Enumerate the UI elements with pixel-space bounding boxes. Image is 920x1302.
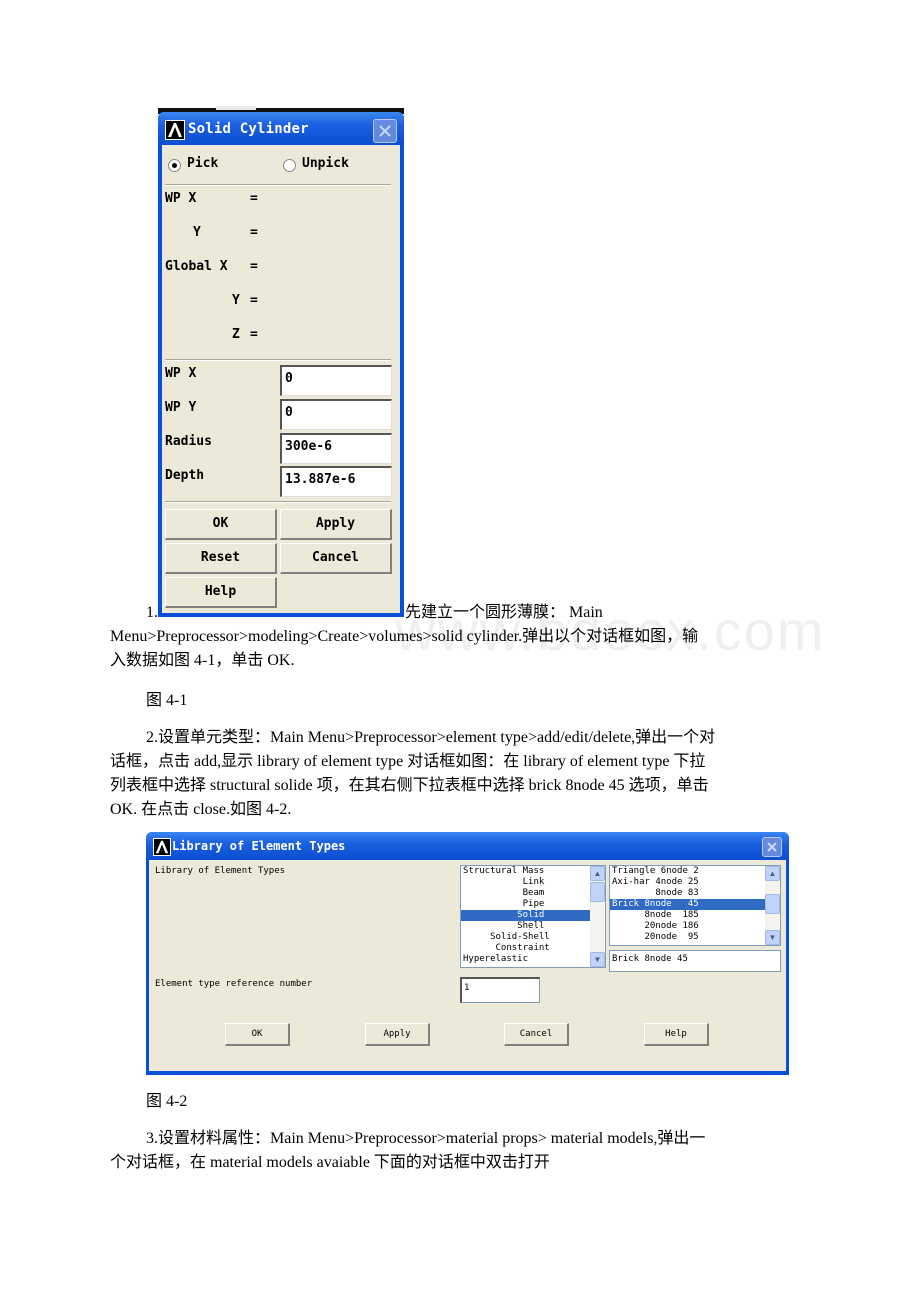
depth-label: Depth (165, 468, 205, 483)
ok-button[interactable]: OK (165, 509, 277, 540)
cancel-button[interactable]: Cancel (280, 543, 392, 574)
close-icon (767, 842, 777, 852)
wp-x-input[interactable]: 0 (280, 365, 392, 396)
radius-label: Radius (165, 434, 212, 449)
wp-y-input[interactable]: 0 (280, 399, 392, 430)
list-item[interactable]: Triangle 6node 2 (610, 866, 780, 877)
list-item[interactable]: Structural Mass (461, 866, 605, 877)
dialog-body: Pick Unpick WP X = Y = Global X = Y = Z … (162, 145, 400, 613)
dialog-body: Library of Element Types Structural Mass… (149, 860, 786, 1071)
reference-number-input[interactable]: 1 (460, 977, 540, 1003)
scroll-thumb[interactable] (765, 894, 780, 914)
paragraph-text: 列表框中选择 structural solide 项，在其右侧下拉表框中选择 b… (110, 777, 709, 794)
list-item[interactable]: Constraint (461, 943, 605, 954)
list-item[interactable]: Shell (461, 921, 605, 932)
list-item[interactable]: 8node 185 (610, 910, 780, 921)
reference-number-label: Element type reference number (155, 979, 313, 989)
help-button[interactable]: Help (165, 577, 277, 608)
apply-button[interactable]: Apply (280, 509, 392, 540)
figure-caption: 图 4-2 (146, 1093, 188, 1110)
paragraph-text: 话框，点击 add,显示 library of element type 对话框… (110, 753, 706, 770)
paragraph-text: 入数据如图 4-1，单击 OK. (110, 652, 295, 669)
separator (165, 359, 391, 361)
category-list[interactable]: Structural Mass Link Beam Pipe Solid She… (460, 865, 606, 968)
unpick-label: Unpick (302, 156, 349, 171)
cancel-button[interactable]: Cancel (504, 1023, 569, 1046)
readout-wp-x-label: WP X (165, 191, 197, 206)
scroll-up-icon[interactable]: ▲ (590, 866, 605, 881)
apply-button[interactable]: Apply (365, 1023, 430, 1046)
scroll-down-icon[interactable]: ▼ (590, 952, 605, 967)
dialog-title: Solid Cylinder (188, 121, 309, 137)
list-item[interactable]: Beam (461, 888, 605, 899)
scroll-up-icon[interactable]: ▲ (765, 866, 780, 881)
readout-global-z-label: Z (232, 327, 240, 342)
ansys-logo-icon (153, 838, 171, 856)
list-item[interactable]: Solid (461, 910, 605, 921)
unpick-radio[interactable] (283, 159, 296, 172)
readout-eq: = (250, 259, 258, 274)
depth-input[interactable]: 13.887e-6 (280, 466, 392, 497)
close-icon (379, 125, 391, 137)
close-button[interactable] (762, 837, 782, 857)
list-item[interactable]: Brick 8node 45 (610, 899, 780, 910)
scroll-down-icon[interactable]: ▼ (765, 930, 780, 945)
ansys-logo-icon (165, 120, 185, 140)
readout-eq: = (250, 191, 258, 206)
paragraph-text: 个对话框，在 material models avaiable 下面的对话框中双… (110, 1154, 550, 1171)
paragraph-text: 先建立一个圆形薄膜： Main (405, 604, 603, 621)
figure-caption: 图 4-1 (146, 692, 188, 709)
readout-wp-y-label: Y (193, 225, 201, 240)
paragraph-text: OK. 在点击 close.如图 4-2. (110, 801, 292, 818)
list-item[interactable]: Axi-har 4node 25 (610, 877, 780, 888)
paragraph-text: 3.设置材料属性：Main Menu>Preprocessor>material… (146, 1130, 706, 1147)
reset-button[interactable]: Reset (165, 543, 277, 574)
library-label: Library of Element Types (155, 866, 286, 876)
list-item[interactable]: 20node 186 (610, 921, 780, 932)
solid-cylinder-dialog: Solid Cylinder Pick Unpick WP X = Y = Gl… (158, 112, 404, 617)
library-of-element-types-dialog: Library of Element Types Library of Elem… (146, 832, 789, 1075)
pick-radio[interactable] (168, 159, 181, 172)
close-button[interactable] (373, 119, 397, 143)
selected-element-field[interactable]: Brick 8node 45 (609, 950, 781, 972)
dialog-title: Library of Element Types (172, 839, 346, 853)
list-item[interactable]: Pipe (461, 899, 605, 910)
list-item[interactable]: 8node 83 (610, 888, 780, 899)
ok-button[interactable]: OK (225, 1023, 290, 1046)
list-item[interactable]: Solid-Shell (461, 932, 605, 943)
readout-eq: = (250, 293, 258, 308)
separator (165, 184, 391, 186)
paragraph-text: Menu>Preprocessor>modeling>Create>volume… (110, 628, 699, 645)
wp-y-label: WP Y (165, 400, 197, 415)
pick-label: Pick (187, 156, 219, 171)
readout-global-x-label: Global X (165, 259, 228, 274)
element-type-list[interactable]: Triangle 6node 2 Axi-har 4node 25 8node 8… (609, 865, 781, 946)
radius-input[interactable]: 300e-6 (280, 433, 392, 464)
step-number: 1. (146, 604, 158, 621)
help-button[interactable]: Help (644, 1023, 709, 1046)
title-bar[interactable]: Solid Cylinder (158, 112, 404, 145)
separator (165, 501, 391, 503)
list-item[interactable]: 20node 95 (610, 932, 780, 943)
readout-eq: = (250, 327, 258, 342)
list-item[interactable]: Hyperelastic (461, 954, 605, 965)
title-bar[interactable]: Library of Element Types (146, 832, 789, 860)
scroll-thumb[interactable] (590, 882, 605, 902)
paragraph-text: 2.设置单元类型：Main Menu>Preprocessor>element … (146, 729, 716, 746)
readout-global-y-label: Y (232, 293, 240, 308)
readout-eq: = (250, 225, 258, 240)
list-item[interactable]: Link (461, 877, 605, 888)
scrollbar[interactable]: ▲ ▼ (765, 866, 780, 945)
wp-x-label: WP X (165, 366, 197, 381)
scrollbar[interactable]: ▲ ▼ (590, 866, 605, 967)
